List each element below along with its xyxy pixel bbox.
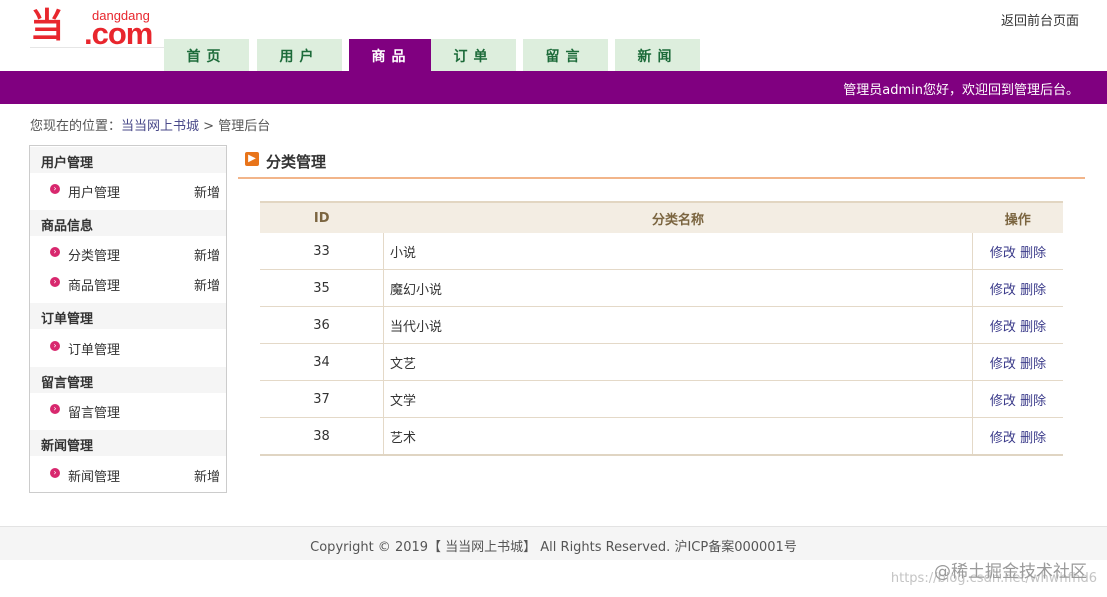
sidebar: 用户管理 › 用户管理 新增 商品信息 › 分类管理 新增 › 商品管理 新增 …: [29, 145, 227, 493]
category-table: ID 分类名称 操作 33 小说 修改 删除 35 魔幻小说 修改 删除 36 …: [260, 201, 1063, 456]
table-row: 38 艺术 修改 删除: [260, 417, 1063, 456]
sidebar-group-title: 订单管理: [41, 312, 94, 327]
arrow-bullet-icon: ›: [50, 277, 60, 287]
title-divider: [238, 177, 1085, 179]
sidebar-group-news: 新闻管理: [30, 430, 226, 456]
delete-link[interactable]: 删除: [1020, 394, 1046, 409]
edit-link[interactable]: 修改: [990, 394, 1016, 409]
edit-link[interactable]: 修改: [990, 283, 1016, 298]
edit-link[interactable]: 修改: [990, 431, 1016, 446]
sidebar-item-news-management: › 新闻管理 新增: [30, 464, 226, 488]
sidebar-link-message-management[interactable]: 留言管理: [68, 402, 120, 421]
delete-link[interactable]: 删除: [1020, 320, 1046, 335]
cell-id: 33: [260, 233, 384, 270]
sidebar-item-order-management: › 订单管理: [30, 337, 226, 361]
breadcrumb-current: 管理后台: [218, 119, 271, 134]
sidebar-item-product-management: › 商品管理 新增: [30, 273, 226, 297]
add-product-link[interactable]: 新增: [194, 275, 220, 294]
delete-link[interactable]: 删除: [1020, 283, 1046, 298]
back-to-frontend-link[interactable]: 返回前台页面: [1001, 10, 1079, 29]
cell-name: 艺术: [383, 417, 973, 456]
delete-link[interactable]: 删除: [1020, 357, 1046, 372]
section-arrow-icon: ▶: [245, 152, 259, 166]
sidebar-item-category-management: › 分类管理 新增: [30, 243, 226, 267]
table-row: 33 小说 修改 删除: [260, 233, 1063, 270]
sidebar-link-product-management[interactable]: 商品管理: [68, 275, 120, 294]
sidebar-link-news-management[interactable]: 新闻管理: [68, 466, 120, 485]
column-header-name: 分类名称: [383, 201, 973, 233]
column-header-id: ID: [260, 201, 384, 233]
sidebar-group-title: 商品信息: [41, 219, 94, 234]
breadcrumb-separator: >: [203, 119, 215, 134]
footer-copyright: Copyright © 2019【 当当网上书城】 All Rights Res…: [310, 540, 797, 555]
welcome-message: 管理员admin您好，欢迎回到管理后台。: [843, 83, 1079, 98]
add-category-link[interactable]: 新增: [194, 245, 220, 264]
add-news-link[interactable]: 新增: [194, 466, 220, 485]
cell-id: 38: [260, 417, 384, 456]
table-row: 35 魔幻小说 修改 删除: [260, 269, 1063, 307]
logo-mark: 当: [30, 6, 64, 46]
sidebar-group-messages: 留言管理: [30, 367, 226, 393]
arrow-bullet-icon: ›: [50, 404, 60, 414]
cell-operations: 修改 删除: [972, 306, 1063, 344]
sidebar-group-title: 用户管理: [41, 156, 94, 171]
cell-name: 小说: [383, 233, 973, 270]
cell-operations: 修改 删除: [972, 417, 1063, 456]
add-user-link[interactable]: 新增: [194, 182, 220, 201]
breadcrumb-prefix: 您现在的位置：: [30, 119, 122, 134]
cell-operations: 修改 删除: [972, 233, 1063, 270]
tab-home[interactable]: 首页: [164, 39, 249, 71]
arrow-bullet-icon: ›: [50, 468, 60, 478]
tab-users[interactable]: 用户: [257, 39, 342, 71]
sidebar-group-orders: 订单管理: [30, 303, 226, 329]
sidebar-group-products: 商品信息: [30, 210, 226, 236]
arrow-bullet-icon: ›: [50, 341, 60, 351]
sidebar-link-order-management[interactable]: 订单管理: [68, 339, 120, 358]
sidebar-item-user-management: › 用户管理 新增: [30, 180, 226, 204]
logo-com-text: .com: [84, 16, 153, 51]
breadcrumb: 您现在的位置：当当网上书城 > 管理后台: [30, 115, 270, 134]
cell-id: 34: [260, 343, 384, 381]
delete-link[interactable]: 删除: [1020, 246, 1046, 261]
cell-name: 文艺: [383, 343, 973, 381]
table-header-row: ID 分类名称 操作: [260, 201, 1063, 233]
delete-link[interactable]: 删除: [1020, 431, 1046, 446]
watermark-text: @稀土掘金技术社区: [934, 562, 1087, 582]
page-title: 分类管理: [266, 153, 327, 171]
logo-divider: [30, 47, 165, 48]
sidebar-link-user-management[interactable]: 用户管理: [68, 182, 120, 201]
tab-news[interactable]: 新闻: [615, 39, 700, 71]
table-row: 37 文学 修改 删除: [260, 380, 1063, 418]
sidebar-group-title: 新闻管理: [41, 439, 94, 454]
arrow-bullet-icon: ›: [50, 184, 60, 194]
cell-name: 魔幻小说: [383, 269, 973, 307]
column-header-operations: 操作: [972, 201, 1063, 233]
dangdang-logo[interactable]: 当 dangdang .com: [30, 6, 165, 51]
cell-id: 35: [260, 269, 384, 307]
sidebar-item-message-management: › 留言管理: [30, 400, 226, 424]
sidebar-link-category-management[interactable]: 分类管理: [68, 245, 120, 264]
cell-operations: 修改 删除: [972, 343, 1063, 381]
cell-name: 文学: [383, 380, 973, 418]
cell-id: 37: [260, 380, 384, 418]
sidebar-group-title: 留言管理: [41, 376, 94, 391]
cell-operations: 修改 删除: [972, 380, 1063, 418]
arrow-bullet-icon: ›: [50, 247, 60, 257]
edit-link[interactable]: 修改: [990, 246, 1016, 261]
cell-id: 36: [260, 306, 384, 344]
sidebar-group-users: 用户管理: [30, 147, 226, 173]
table-row: 34 文艺 修改 删除: [260, 343, 1063, 381]
tab-products[interactable]: 商品: [349, 39, 434, 71]
breadcrumb-home-link[interactable]: 当当网上书城: [121, 119, 199, 134]
table-row: 36 当代小说 修改 删除: [260, 306, 1063, 344]
tab-orders[interactable]: 订单: [431, 39, 516, 71]
tab-messages[interactable]: 留言: [523, 39, 608, 71]
cell-operations: 修改 删除: [972, 269, 1063, 307]
edit-link[interactable]: 修改: [990, 357, 1016, 372]
cell-name: 当代小说: [383, 306, 973, 344]
edit-link[interactable]: 修改: [990, 320, 1016, 335]
